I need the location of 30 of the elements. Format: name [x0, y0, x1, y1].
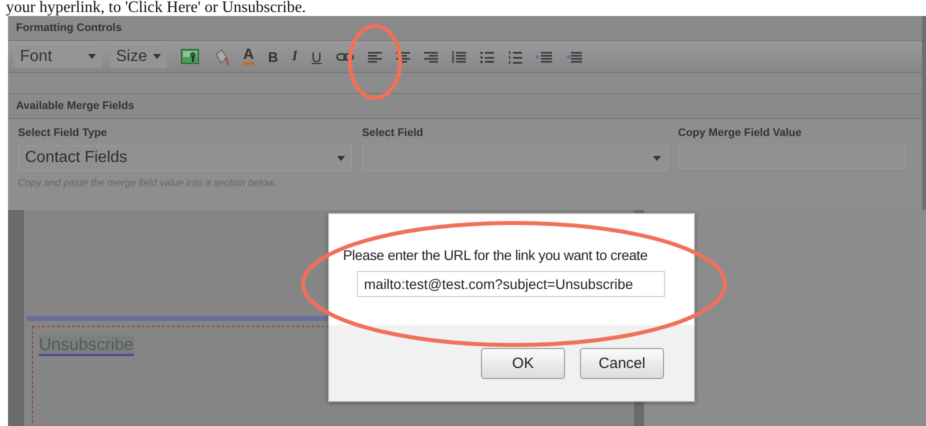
image-icon[interactable]: [181, 49, 200, 64]
cancel-button[interactable]: Cancel: [580, 348, 664, 378]
field-label: Select Field Type: [18, 127, 108, 141]
caret-icon: [153, 54, 162, 59]
caret-icon: [653, 156, 661, 160]
align-left-icon[interactable]: [368, 50, 382, 64]
bold-button[interactable]: B: [268, 48, 278, 64]
justify-icon[interactable]: [452, 50, 466, 64]
font-color-button[interactable]: A: [243, 48, 254, 65]
align-center-icon[interactable]: [396, 50, 410, 64]
caret-icon: [337, 156, 345, 160]
section-title: Formatting Controls: [8, 16, 922, 41]
document-text: your hyperlink, to 'Click Here' or Unsubscribe.: [5, 0, 307, 16]
link-icon[interactable]: [336, 52, 354, 62]
section-title: Available Merge Fields: [8, 94, 922, 119]
url-field[interactable]: mailto:test@test.com?subject=Unsubscribe: [357, 271, 665, 297]
underline-button[interactable]: U: [312, 48, 322, 64]
indent-icon[interactable]: [536, 50, 552, 64]
outdent-icon[interactable]: [566, 50, 582, 64]
field-label: Select Field: [362, 127, 424, 141]
paint-bucket-icon[interactable]: [213, 48, 230, 66]
dropdown[interactable]: Contact Fields: [18, 145, 352, 171]
align-right-icon[interactable]: [424, 50, 438, 64]
numbered-list-icon[interactable]: [508, 50, 522, 64]
ok-button[interactable]: OK: [481, 348, 565, 378]
italic-button[interactable]: I: [292, 48, 298, 64]
caret-icon: [88, 54, 96, 59]
bulleted-list-icon[interactable]: [480, 50, 494, 64]
dialog-prompt: Please enter the URL for the link you want to create: [343, 247, 649, 263]
field-label: Copy Merge Field Value: [678, 127, 802, 141]
